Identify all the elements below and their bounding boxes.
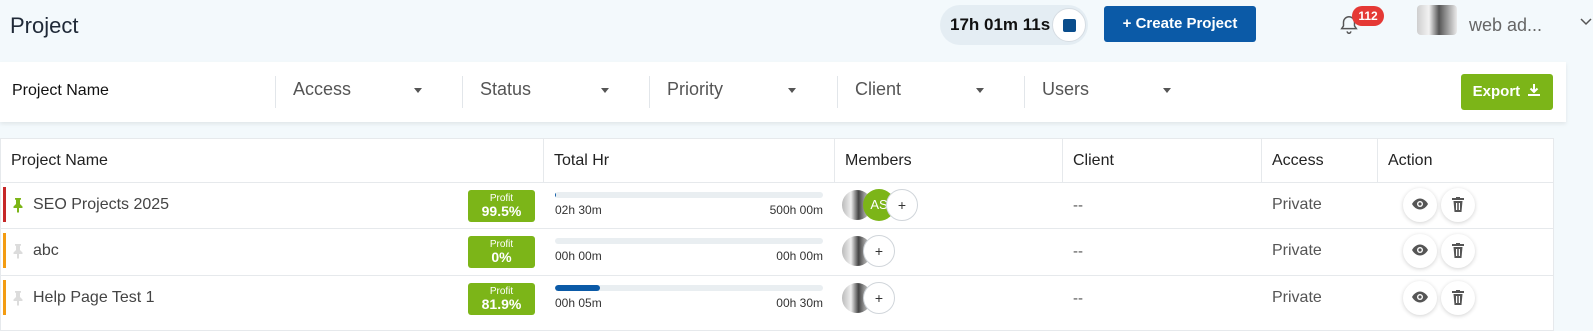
trash-icon bbox=[1452, 197, 1464, 212]
profit-badge: Profit 0% bbox=[468, 236, 535, 268]
hours-spent: 02h 30m bbox=[555, 203, 602, 217]
filter-bar: Project Name Access Status Priority Clie… bbox=[0, 62, 1566, 122]
hours-progress-fill bbox=[555, 285, 600, 291]
pin-icon[interactable] bbox=[12, 290, 24, 306]
delete-button[interactable] bbox=[1441, 188, 1475, 222]
project-name[interactable]: abc bbox=[33, 242, 59, 260]
profit-value: 99.5% bbox=[481, 203, 522, 219]
hours-progress-bar bbox=[555, 285, 823, 291]
project-name[interactable]: Help Page Test 1 bbox=[33, 289, 155, 307]
download-icon bbox=[1528, 84, 1541, 96]
table-row[interactable]: abc Profit 0% 00h 00m 00h 00m + -- Priva… bbox=[1, 228, 1553, 275]
view-button[interactable] bbox=[1403, 188, 1437, 222]
access-value: Private bbox=[1272, 196, 1322, 213]
filter-status[interactable]: Status bbox=[462, 76, 649, 108]
timer-widget: 17h 01m 11s bbox=[940, 5, 1088, 45]
col-project-name[interactable]: Project Name bbox=[1, 139, 544, 183]
priority-indicator bbox=[3, 187, 6, 222]
hours-spent: 00h 00m bbox=[555, 249, 602, 263]
export-label: Export bbox=[1472, 83, 1521, 100]
eye-icon bbox=[1412, 291, 1428, 303]
caret-down-icon bbox=[601, 88, 609, 93]
caret-down-icon bbox=[414, 88, 422, 93]
profit-label: Profit bbox=[489, 239, 514, 250]
project-name-filter[interactable]: Project Name bbox=[12, 82, 109, 100]
profit-value: 81.9% bbox=[481, 296, 522, 312]
view-button[interactable] bbox=[1403, 234, 1437, 268]
priority-indicator bbox=[3, 280, 6, 315]
filter-access[interactable]: Access bbox=[275, 76, 462, 108]
col-total-hr[interactable]: Total Hr bbox=[544, 139, 835, 183]
priority-indicator bbox=[3, 233, 6, 268]
client-value: -- bbox=[1073, 243, 1083, 260]
filter-client-label: Client bbox=[855, 79, 902, 99]
caret-down-icon bbox=[788, 88, 796, 93]
col-members: Members bbox=[835, 139, 1063, 183]
view-button[interactable] bbox=[1403, 281, 1437, 315]
pin-icon[interactable] bbox=[12, 197, 24, 213]
notification-badge: 112 bbox=[1352, 6, 1384, 26]
filter-users-label: Users bbox=[1042, 79, 1090, 99]
filter-access-label: Access bbox=[293, 79, 352, 99]
stop-icon bbox=[1063, 19, 1076, 32]
table-row[interactable]: Help Page Test 1 Profit 81.9% 00h 05m 00… bbox=[1, 275, 1553, 322]
page-title: Project bbox=[10, 13, 79, 38]
eye-icon bbox=[1412, 198, 1428, 210]
add-member-button[interactable]: + bbox=[863, 282, 895, 314]
stop-timer-button[interactable] bbox=[1052, 8, 1086, 42]
hours-progress-fill bbox=[555, 192, 557, 198]
client-value: -- bbox=[1073, 197, 1083, 214]
filter-client[interactable]: Client bbox=[837, 76, 1024, 108]
profit-label: Profit bbox=[489, 286, 514, 297]
access-value: Private bbox=[1272, 289, 1322, 306]
create-project-button[interactable]: + Create Project bbox=[1104, 6, 1256, 42]
table-row[interactable]: SEO Projects 2025 Profit 99.5% 02h 30m 5… bbox=[1, 182, 1553, 229]
filter-status-label: Status bbox=[480, 79, 532, 99]
projects-table: Project Name Total Hr Members Client Acc… bbox=[0, 138, 1554, 331]
trash-icon bbox=[1452, 243, 1464, 258]
trash-icon bbox=[1452, 290, 1464, 305]
chevron-down-icon[interactable] bbox=[1580, 16, 1592, 26]
profit-value: 0% bbox=[491, 249, 512, 265]
hours-total: 500h 00m bbox=[769, 203, 823, 217]
add-member-button[interactable]: + bbox=[886, 189, 918, 221]
access-value: Private bbox=[1272, 242, 1322, 259]
filter-priority[interactable]: Priority bbox=[649, 76, 836, 108]
filter-users[interactable]: Users bbox=[1024, 76, 1211, 108]
delete-button[interactable] bbox=[1441, 234, 1475, 268]
hours-progress-bar bbox=[555, 192, 823, 198]
client-value: -- bbox=[1073, 290, 1083, 307]
caret-down-icon bbox=[976, 88, 984, 93]
hours-total: 00h 00m bbox=[776, 249, 823, 263]
user-avatar[interactable] bbox=[1417, 5, 1457, 35]
export-button[interactable]: Export bbox=[1461, 74, 1553, 110]
filter-priority-label: Priority bbox=[667, 79, 724, 99]
add-member-button[interactable]: + bbox=[863, 235, 895, 267]
hours-spent: 00h 05m bbox=[555, 296, 602, 310]
timer-display: 17h 01m 11s bbox=[950, 15, 1051, 34]
profit-badge: Profit 81.9% bbox=[468, 283, 535, 315]
caret-down-icon bbox=[1163, 88, 1171, 93]
top-header: Project 17h 01m 11s + Create Project 112… bbox=[0, 0, 1593, 52]
project-name[interactable]: SEO Projects 2025 bbox=[33, 196, 169, 214]
col-access[interactable]: Access bbox=[1262, 139, 1378, 183]
delete-button[interactable] bbox=[1441, 281, 1475, 315]
profit-badge: Profit 99.5% bbox=[468, 190, 535, 222]
eye-icon bbox=[1412, 244, 1428, 256]
profit-label: Profit bbox=[489, 193, 514, 204]
hours-total: 00h 30m bbox=[776, 296, 823, 310]
pin-icon[interactable] bbox=[12, 243, 24, 259]
col-action: Action bbox=[1388, 152, 1433, 169]
hours-progress-bar bbox=[555, 238, 823, 244]
col-client[interactable]: Client bbox=[1063, 139, 1262, 183]
user-name[interactable]: web ad... bbox=[1469, 15, 1542, 36]
